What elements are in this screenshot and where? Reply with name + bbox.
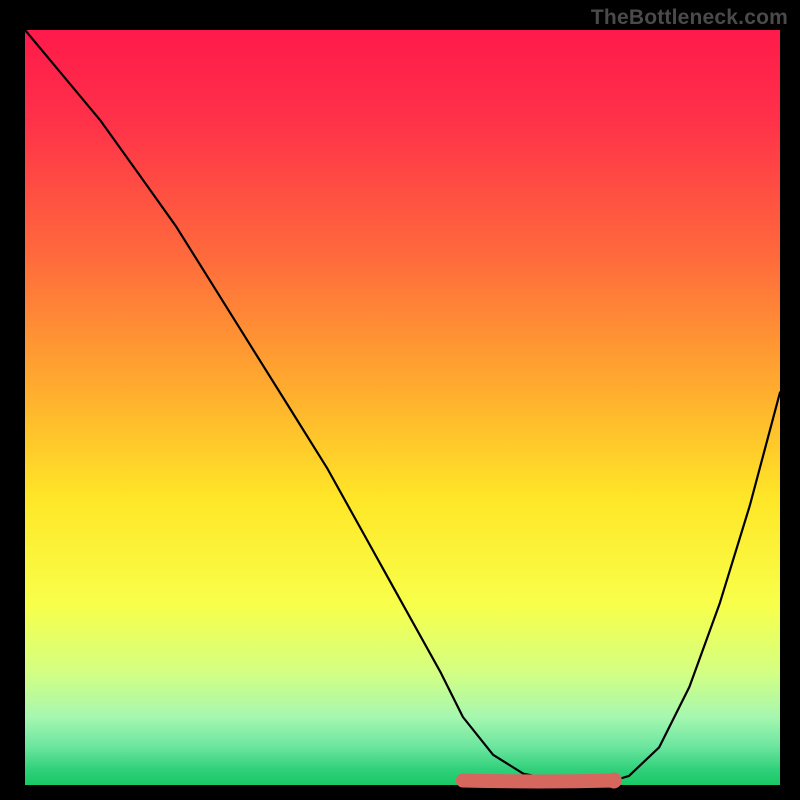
optimal-point-dot <box>606 773 622 789</box>
plot-background <box>25 30 780 785</box>
chart-stage: TheBottleneck.com <box>0 0 800 800</box>
watermark-text: TheBottleneck.com <box>591 6 788 30</box>
chart-svg <box>0 0 800 800</box>
optimal-range-marker <box>463 781 614 782</box>
